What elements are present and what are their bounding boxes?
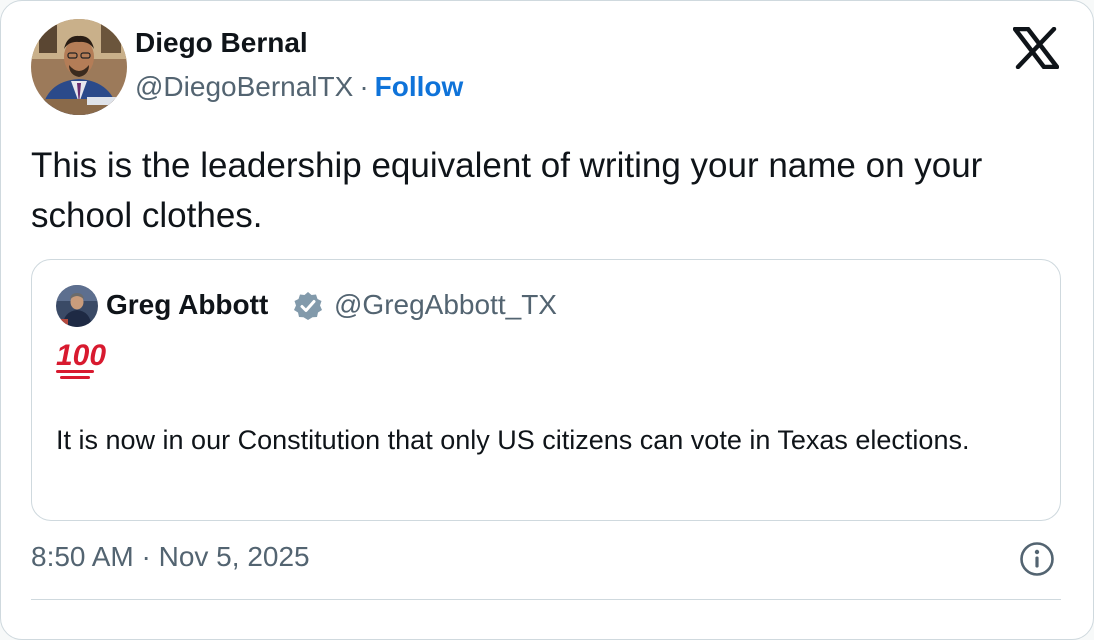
- author-handle-line: @DiegoBernalTX · Follow: [135, 71, 463, 103]
- quoted-author-handle[interactable]: @GregAbbott_TX: [334, 289, 557, 321]
- quoted-tweet[interactable]: Greg Abbott @GregAbbott_TX 100 It is now…: [31, 259, 1061, 521]
- hundred-points-emoji-icon: 100: [56, 336, 107, 379]
- emoji-underline: [56, 370, 94, 373]
- emoji-text: 100: [56, 339, 107, 372]
- emoji-underline: [60, 376, 90, 379]
- author-avatar[interactable]: [31, 19, 127, 115]
- tweet-timestamp[interactable]: 8:50 AM · Nov 5, 2025: [31, 541, 310, 573]
- tweet-header: Diego Bernal @DiegoBernalTX · Follow: [31, 19, 1071, 115]
- x-logo-icon[interactable]: [1012, 26, 1060, 70]
- separator-dot: ·: [359, 71, 369, 102]
- quoted-tweet-text: It is now in our Constitution that only …: [56, 425, 970, 455]
- author-handle[interactable]: @DiegoBernalTX: [135, 71, 353, 102]
- info-icon[interactable]: [1019, 541, 1055, 577]
- tweet-text: This is the leadership equivalent of wri…: [31, 146, 983, 235]
- author-name[interactable]: Diego Bernal: [135, 27, 308, 59]
- tweet-card: Diego Bernal @DiegoBernalTX · Follow This …: [0, 0, 1094, 640]
- divider: [31, 599, 1061, 600]
- quoted-author-name[interactable]: Greg Abbott: [106, 289, 268, 321]
- quoted-author-avatar[interactable]: [56, 285, 98, 327]
- follow-button[interactable]: Follow: [375, 71, 464, 102]
- verified-badge-icon: [292, 290, 324, 322]
